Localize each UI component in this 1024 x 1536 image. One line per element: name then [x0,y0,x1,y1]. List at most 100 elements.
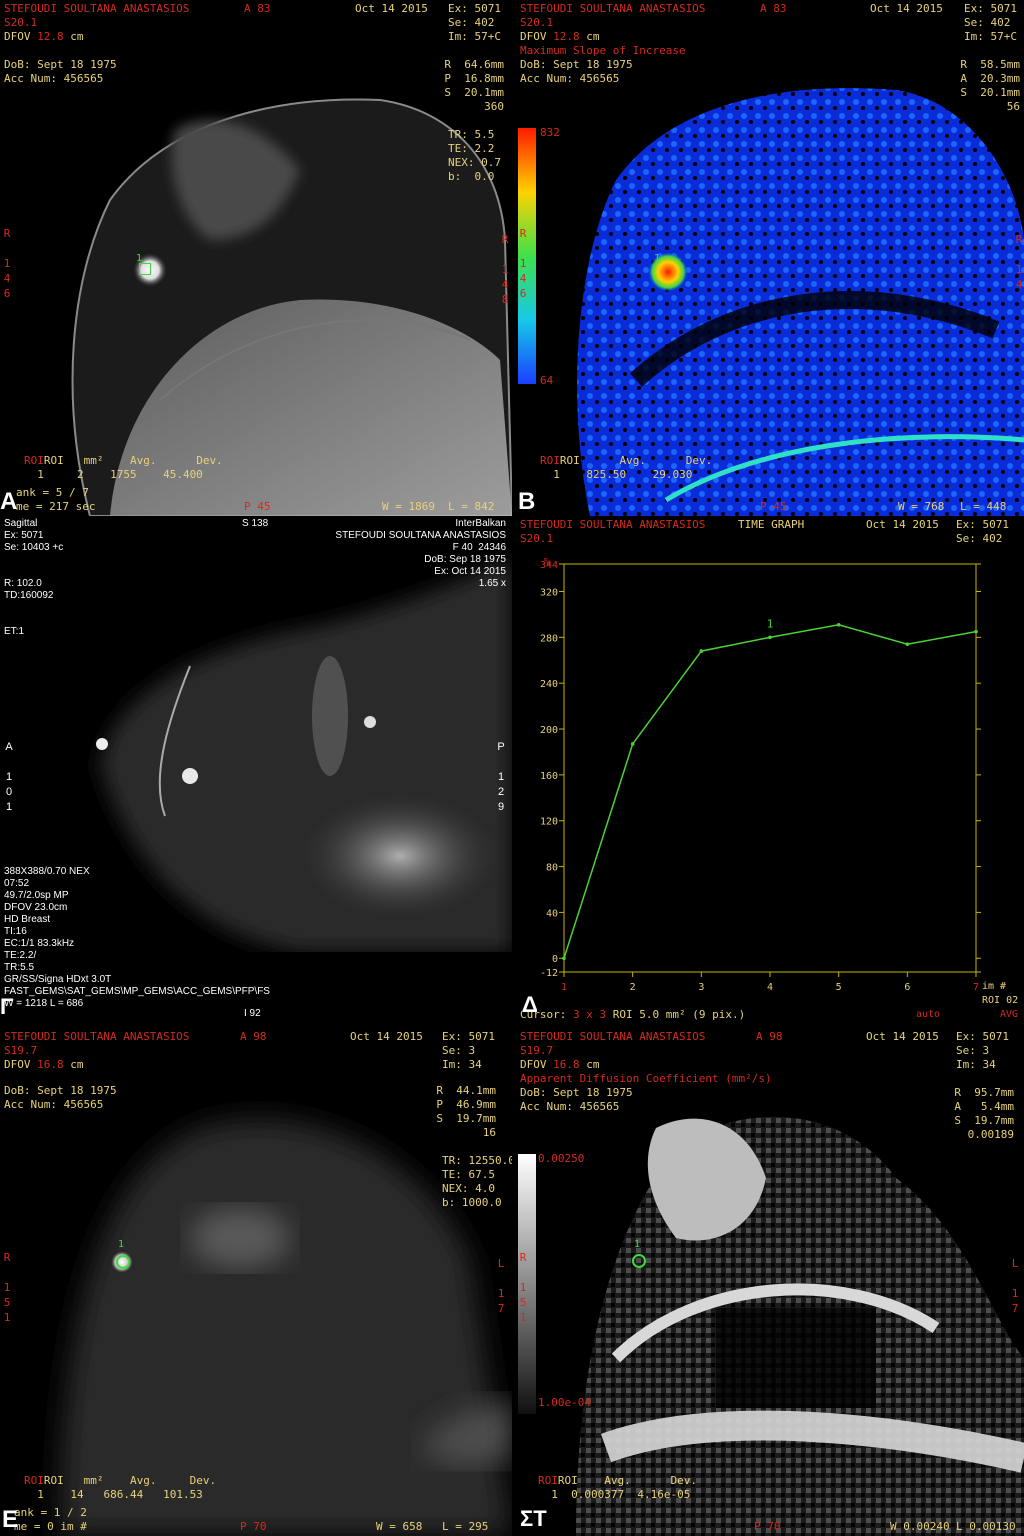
x-tick-label: 7 [973,982,979,993]
left-orientation: R 1 4 6 [3,227,11,300]
window: W = 1869 [382,500,435,513]
map-type: Maximum Slope of Increase [520,44,686,57]
p-value: P 45 [244,500,271,513]
y-tick-label: 280 [540,633,558,644]
acquisition-params: 388X388/0.70 NEX 07:52 49.7/2.0sp MP DFO… [4,866,270,1009]
slice-position: S 138 [242,518,269,529]
left-orientation: A 1 0 1 [5,741,13,813]
plane: Sagittal [4,518,38,529]
panel-label: E [2,1506,19,1533]
acc-num: Acc Num: 456565 [520,72,620,85]
institution: InterBalkan [455,518,506,529]
position-top: A 98 [756,1030,783,1043]
dob: DoB: Sep 18 1975 [424,554,506,565]
acc-num: Acc Num: 456565 [4,1098,104,1111]
window: W = 768 [898,500,945,513]
left-orientation: R 1 5 1 [3,1251,11,1324]
exam-number: Ex: 5071 [964,2,1017,15]
image-number: Im: 57+C [964,30,1017,43]
roi-circle[interactable] [139,263,151,275]
series-line [563,623,977,959]
panel-e-dwi: STEFOUDI SOULTANA ANASTASIOS S19.7 DFOV … [0,1028,512,1536]
panel-label: A [0,488,18,515]
right-orientation: R 1 4 [1015,233,1023,291]
acc-num: Acc Num: 456565 [520,1100,620,1113]
x-tick-label: 6 [904,982,910,993]
y-tick-label: 320 [540,588,558,599]
level: L = 448 [960,500,1007,513]
roi-circle[interactable] [116,1255,130,1269]
roi-values: 1 2 1755 45.400 [24,468,203,481]
exam-date: Ex: Oct 14 2015 [434,566,506,577]
roi-circle[interactable] [632,1254,646,1268]
roi-header: ROIROI mm² Avg. Dev. [24,1474,217,1487]
data-point [905,642,910,647]
rank-line: ank = 5 / 7 [16,486,89,499]
y-unit-label: % [544,556,550,570]
position-top: A 83 [760,2,787,15]
dob: DoB: Sept 18 1975 [4,1084,117,1097]
series-id: S19.7 [520,1044,554,1057]
time-line: me = 0 im # [14,1520,87,1533]
acc-num: Acc Num: 456565 [4,72,104,85]
panel-d-time-graph: STEFOUDI SOULTANA ANASTASIOS S20.1 TIME … [516,516,1024,1024]
y-tick-label: 0 [552,954,558,965]
panel-st-adc-map: 0.00250 1.00e-04 STEFOUDI SOULTANA ANAST… [516,1028,1024,1536]
y-tick-label: 120 [540,817,558,828]
y-tick-label: 200 [540,725,558,736]
data-point [630,742,635,746]
coordinates: R 64.6mm P 16.8mm S 20.1mm 360 [444,58,504,113]
image-number: Im: 57+C [448,30,501,43]
x-tick-label: 5 [836,982,842,993]
window: W = 658 [376,1520,423,1533]
rank-line: ank = 1 / 2 [14,1506,87,1519]
roi-header: ROIROI Avg. Dev. [538,1474,697,1487]
scale-max: 0.00250 [538,1152,585,1165]
x-tick-label: 1 [561,982,567,993]
scale-min: 64 [540,374,554,387]
level: L = 842 [448,500,495,513]
series-id: S20.1 [4,16,38,29]
x-tick-label: 3 [698,982,704,993]
x-tick-label: 4 [767,982,773,993]
p-value: P 70 [240,1520,267,1533]
roi-marker: 1 [634,1239,641,1250]
series-id: S20.1 [520,16,554,29]
data-point [836,622,841,627]
position-top: A 98 [240,1030,267,1043]
series-number: Se: 402 [448,16,495,29]
exam-number: Ex: 5071 [448,2,501,15]
avg-label: AVG [1000,1009,1019,1020]
patient-name: STEFOUDI SOULTANA ANASTASIOS [4,1030,190,1043]
y-tick-label: -12 [540,968,558,979]
patient-name: STEFOUDI SOULTANA ANASTASIOS [520,2,706,15]
patient-name: STEFOUDI SOULTANA ANASTASIOS [520,1030,706,1043]
p-value: P 45 [760,500,787,513]
data-point [974,629,978,634]
image-number: Im: 34 [442,1058,482,1071]
y-unit: % [544,557,551,568]
scan-params: TR: 12550.0 TE: 67.5 NEX: 4.0 b: 1000.0 [442,1154,512,1209]
p-value: P 70 [754,1520,781,1533]
right-orientation: P 1 2 9 [497,741,505,813]
series-label: 1 [767,617,774,630]
patient-name: STEFOUDI SOULTANA ANASTASIOS [335,530,506,541]
exam-date: Oct 14 2015 [355,2,428,15]
x-tick-label: 2 [630,982,636,993]
map-type: Apparent Diffusion Coefficient (mm²/s) [520,1072,772,1085]
dfov: DFOV 12.8 cm [4,30,84,43]
auto-label: auto [916,1009,941,1020]
bottom-center: I 92 [244,1008,261,1019]
scale-min: 1.00e-04 [538,1396,591,1409]
panel-b-slope-map: 832 64 STEFOUDI SOULTANA ANASTASIOS S20.… [516,0,1024,516]
dob: DoB: Sept 18 1975 [4,58,117,71]
panel-a-dce-subtraction: STEFOUDI SOULTANA ANASTASIOS S20.1 DFOV … [0,0,512,516]
roi-values: 1 0.000377 4.16e-05 [538,1488,691,1501]
roi-id: ROI 02 [982,995,1019,1006]
image-number: Im: 34 [956,1058,996,1071]
coordinates: R 44.1mm P 46.9mm S 19.7mm 16 [436,1084,496,1139]
coordinates: R 58.5mm A 20.3mm S 20.1mm 56 [960,58,1020,113]
time-intensity-chart: 34432028024020016012080400-121 2 3 4 5 6 7 1 [540,560,981,993]
cursor-info: Cursor: 3 x 3 ROI 5.0 mm² (9 pix.) [520,1008,746,1021]
y-tick-label: 160 [540,771,558,782]
